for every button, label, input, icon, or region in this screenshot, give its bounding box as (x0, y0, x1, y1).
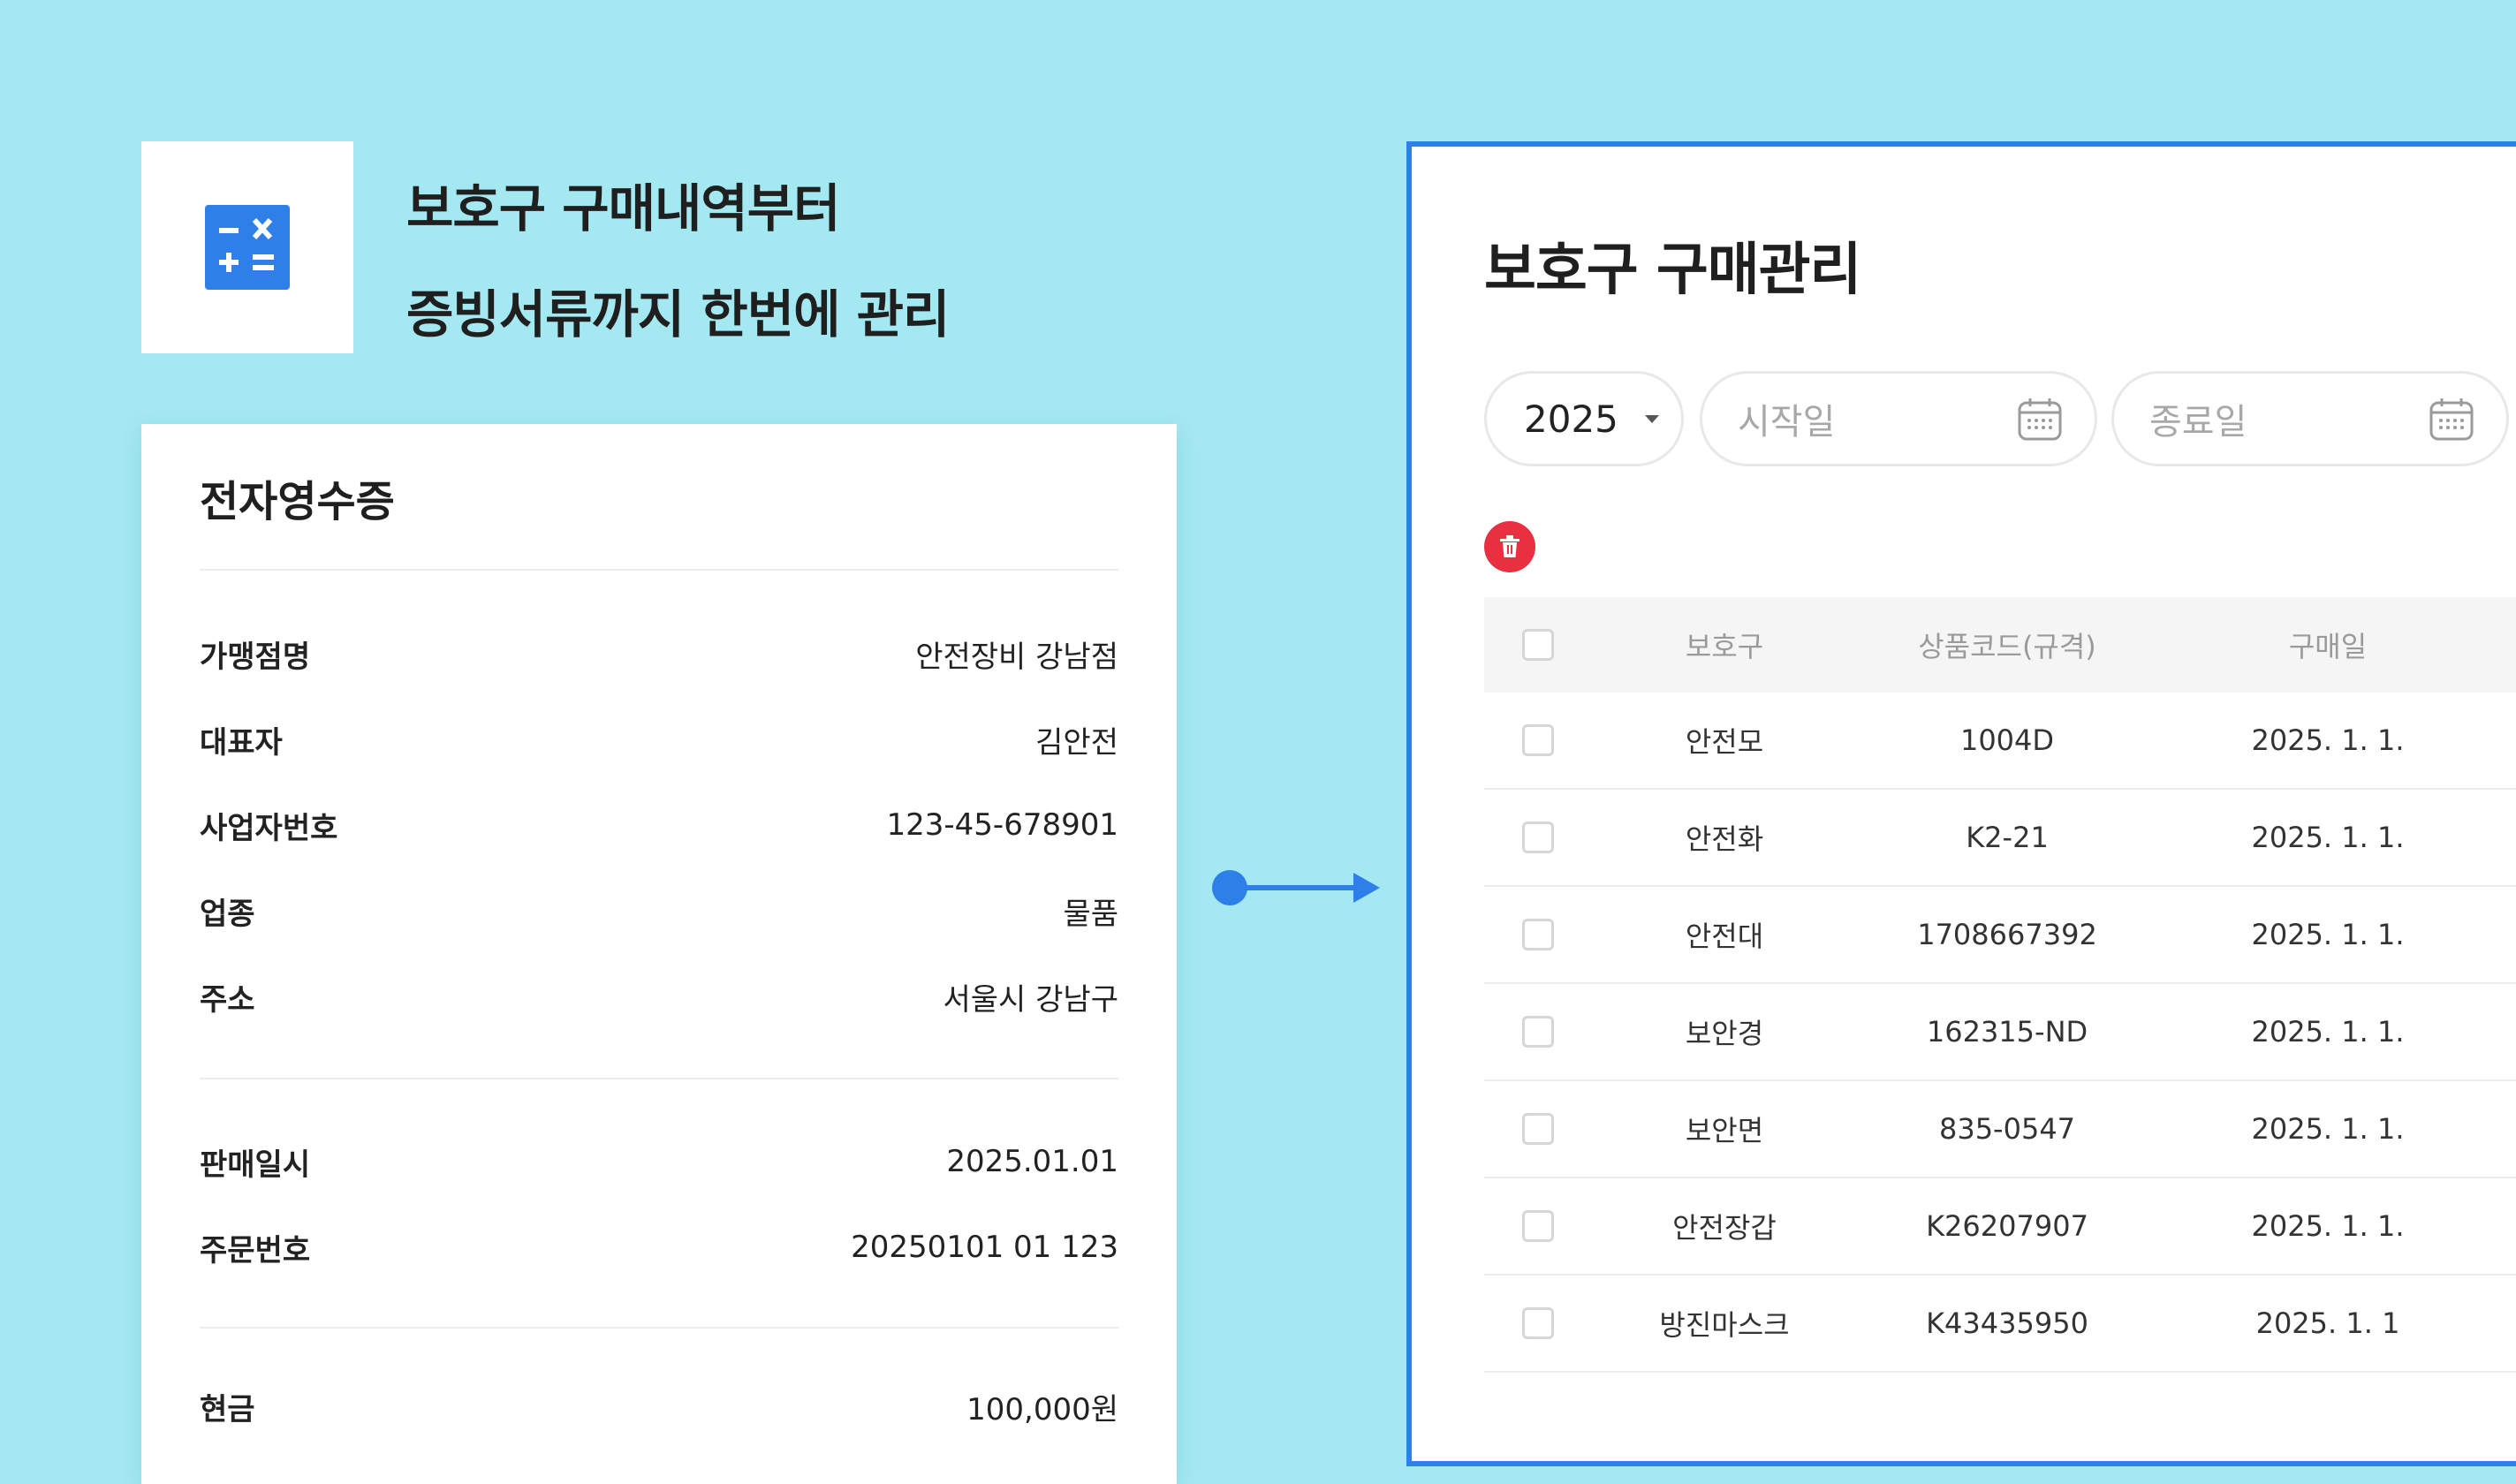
row-value: 2025.01.01 (946, 1144, 1118, 1179)
row-label: 사업자번호 (200, 810, 338, 846)
cell-purchase-date: 2025. 1. 1. (2251, 918, 2405, 951)
row-checkbox[interactable] (1522, 1307, 1554, 1339)
checkbox-cell (1484, 1210, 1601, 1242)
receipt-row-business-number: 사업자번호 123-45-678901 (200, 799, 1118, 852)
start-date-placeholder: 시작일 (1738, 402, 1836, 443)
checkbox-cell (1484, 1113, 1601, 1145)
checkbox-cell (1484, 724, 1601, 756)
table-header: 보호구 상품코드(규격) 구매일 (1484, 597, 2516, 693)
cell-purchase-date: 2025. 1. 1. (2251, 723, 2405, 757)
cell-product-code: 835-0547 (1938, 1112, 2076, 1146)
row-checkbox[interactable] (1522, 919, 1554, 950)
row-value: 서울시 강남구 (943, 981, 1119, 1018)
cell-equipment: 안전대 (1685, 920, 1764, 953)
checkbox-cell (1484, 919, 1601, 950)
row-label: 업종 (200, 896, 255, 932)
delete-button[interactable] (1484, 521, 1535, 572)
receipt-card: 전자영수증 가맹점명 안전장비 강남점 대표자 김안전 사업자번호 123-45… (141, 424, 1177, 1484)
cell-equipment: 안전장갑 (1672, 1211, 1777, 1245)
headline-line-2: 증빙서류까지 한번에 관리 (406, 284, 950, 344)
year-select-value: 2025 (1524, 397, 1618, 441)
receipt-title: 전자영수증 (200, 477, 395, 526)
row-label: 대표자 (200, 724, 283, 761)
checkbox-cell (1484, 822, 1601, 853)
cell-product-code: K2-21 (1966, 821, 2049, 854)
row-value: 물품 (1063, 896, 1118, 932)
logo-tile (141, 141, 353, 353)
row-label: 주문번호 (200, 1232, 311, 1268)
receipt-row-business-type: 업종 물품 (200, 884, 1118, 937)
receipt-row-address: 주소 서울시 강남구 (200, 970, 1118, 1023)
row-checkbox[interactable] (1522, 1113, 1554, 1145)
checkbox-cell (1484, 1307, 1601, 1339)
divider (200, 1327, 1118, 1329)
row-value: 김안전 (1035, 724, 1118, 761)
cell-product-code: 1004D (1959, 723, 2055, 757)
row-value: 100,000원 (966, 1391, 1118, 1427)
receipt-row-cash: 현금 100,000원 (200, 1380, 1118, 1433)
table-row[interactable]: 방진마스크 K43435950 2025. 1. 1 (1484, 1276, 2516, 1373)
table-row[interactable]: 보안경 162315-ND 2025. 1. 1. (1484, 984, 2516, 1081)
cell-equipment: 안전모 (1685, 725, 1764, 759)
page-title: 보호구 구매관리 (1484, 238, 1861, 303)
cell-equipment: 보안면 (1685, 1114, 1764, 1147)
end-date-field[interactable]: 종료일 (2111, 371, 2509, 466)
checkbox-cell (1484, 1016, 1601, 1048)
row-checkbox[interactable] (1522, 724, 1554, 756)
table-row[interactable]: 안전장갑 K26207907 2025. 1. 1. (1484, 1178, 2516, 1276)
purchase-table: 보호구 상품코드(규격) 구매일 안전모 1004D 2025. 1. 1. 안… (1484, 597, 2516, 1373)
cell-purchase-date: 2025. 1. 1. (2251, 1209, 2405, 1243)
table-row[interactable]: 안전대 1708667392 2025. 1. 1. (1484, 887, 2516, 984)
headline: 보호구 구매내역부터 증빙서류까지 한번에 관리 (406, 155, 950, 367)
cell-product-code: 162315-ND (1926, 1015, 2088, 1049)
cell-purchase-date: 2025. 1. 1. (2251, 821, 2405, 854)
cell-purchase-date: 2025. 1. 1 (2255, 1306, 2400, 1340)
calendar-icon[interactable] (2429, 396, 2474, 442)
row-label: 현금 (200, 1391, 255, 1427)
calendar-icon[interactable] (2017, 396, 2063, 442)
year-select[interactable]: 2025 (1484, 371, 1684, 466)
divider (200, 1078, 1118, 1079)
row-value: 123-45-678901 (886, 807, 1119, 843)
cell-product-code: 1708667392 (1917, 918, 2097, 951)
cell-equipment: 방진마스크 (1659, 1308, 1790, 1342)
row-label: 판매일시 (200, 1147, 311, 1183)
select-all-checkbox[interactable] (1522, 629, 1554, 661)
table-row[interactable]: 안전화 K2-21 2025. 1. 1. (1484, 790, 2516, 887)
header-purchase-date[interactable]: 구매일 (2166, 625, 2489, 665)
row-value: 20250101 01 123 (851, 1230, 1118, 1265)
cell-equipment: 보안경 (1685, 1017, 1764, 1050)
trash-icon (1500, 535, 1519, 557)
row-checkbox[interactable] (1522, 822, 1554, 853)
cell-purchase-date: 2025. 1. 1. (2251, 1015, 2405, 1049)
end-date-placeholder: 종료일 (2149, 402, 2247, 443)
row-label: 주소 (200, 981, 255, 1018)
cell-equipment: 안전화 (1685, 822, 1764, 856)
divider (200, 569, 1118, 571)
receipt-row-representative: 대표자 김안전 (200, 713, 1118, 766)
row-value: 안전장비 강남점 (915, 639, 1118, 675)
arrow-right-icon (1212, 870, 1380, 905)
headline-line-1: 보호구 구매내역부터 (406, 178, 840, 238)
caret-down-icon (1644, 414, 1659, 423)
calculator-icon (205, 205, 290, 290)
row-checkbox[interactable] (1522, 1016, 1554, 1048)
cell-product-code: K26207907 (1926, 1209, 2088, 1243)
receipt-row-store-name: 가맹점명 안전장비 강남점 (200, 627, 1118, 680)
row-checkbox[interactable] (1522, 1210, 1554, 1242)
header-product-code[interactable]: 상품코드(규격) (1848, 625, 2166, 665)
table-row[interactable]: 안전모 1004D 2025. 1. 1. (1484, 693, 2516, 790)
receipt-row-sale-date: 판매일시 2025.01.01 (200, 1135, 1118, 1188)
purchase-management-panel: 보호구 구매관리 2025 시작일 종료일 보호구 상품코드(규격) 구매일 안… (1406, 141, 2516, 1466)
start-date-field[interactable]: 시작일 (1700, 371, 2097, 466)
header-equipment[interactable]: 보호구 (1601, 625, 1848, 665)
receipt-row-order-number: 주문번호 20250101 01 123 (200, 1221, 1118, 1274)
cell-product-code: K43435950 (1926, 1306, 2088, 1340)
table-row[interactable]: 보안면 835-0547 2025. 1. 1. (1484, 1081, 2516, 1178)
cell-purchase-date: 2025. 1. 1. (2251, 1112, 2405, 1146)
row-label: 가맹점명 (200, 639, 311, 675)
select-all-cell (1484, 629, 1601, 661)
